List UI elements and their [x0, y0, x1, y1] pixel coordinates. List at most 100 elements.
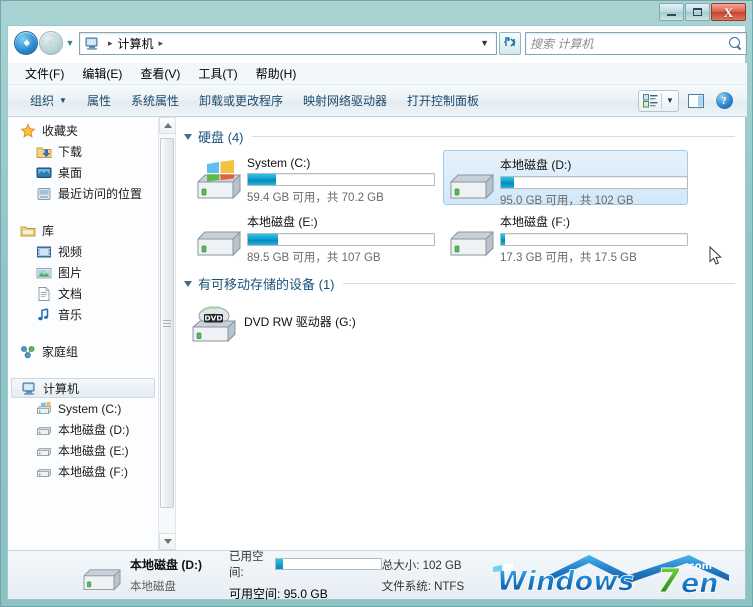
- sidebar-item-disk-d[interactable]: 本地磁盘 (D:): [8, 419, 158, 440]
- scroll-up-button[interactable]: [159, 117, 176, 134]
- scroll-down-button[interactable]: [159, 533, 176, 550]
- drive-name: 本地磁盘 (E:): [247, 213, 435, 230]
- breadcrumb-root[interactable]: 计算机: [118, 35, 154, 52]
- help-button[interactable]: ?: [713, 91, 735, 111]
- device-tile-dvd[interactable]: DVD DVD RW 驱动器 (G:): [176, 297, 745, 345]
- sidebar-item-computer[interactable]: 计算机: [11, 378, 155, 398]
- menu-item-help[interactable]: 帮助(H): [247, 63, 306, 84]
- menu-item-tools[interactable]: 工具(T): [189, 63, 246, 84]
- breadcrumb-separator-2[interactable]: ▸: [159, 38, 164, 49]
- drive-capacity-text: 89.5 GB 可用，共 107 GB: [247, 249, 435, 265]
- minimize-button[interactable]: [659, 3, 684, 21]
- capacity-bar-fill: [501, 177, 514, 188]
- uninstall-change-program-button[interactable]: 卸载或更改程序: [189, 89, 293, 112]
- group-header-hard-disks[interactable]: 硬盘 (4): [184, 127, 745, 146]
- drive-name: 本地磁盘 (D:): [500, 156, 688, 173]
- sidebar-item-favorites[interactable]: 收藏夹: [8, 120, 158, 141]
- sidebar-item-system-c[interactable]: System (C:): [8, 398, 158, 419]
- sidebar-label: 库: [42, 222, 54, 239]
- address-dropdown-icon[interactable]: ▼: [480, 38, 494, 48]
- organize-button[interactable]: 组织 ▼: [20, 89, 77, 112]
- drive-icon: [195, 217, 243, 259]
- sidebar-item-disk-f[interactable]: 本地磁盘 (F:): [8, 461, 158, 482]
- maximize-button[interactable]: [685, 3, 710, 21]
- close-button[interactable]: X: [711, 3, 746, 21]
- computer-icon: [21, 380, 37, 396]
- watermark-windows-text: Windows: [497, 566, 634, 597]
- homegroup-icon: [20, 344, 36, 360]
- group-divider: [252, 136, 735, 137]
- dvd-drive-icon: DVD: [190, 303, 238, 345]
- search-input[interactable]: 搜索 计算机: [530, 35, 729, 52]
- capacity-bar: [247, 233, 435, 246]
- map-network-drive-button[interactable]: 映射网络驱动器: [293, 89, 397, 112]
- chevron-down-icon: ▼: [59, 96, 67, 105]
- drive-icon: [36, 422, 52, 438]
- drive-tile-d[interactable]: 本地磁盘 (D:) 95.0 GB 可用，共 102 GB: [443, 150, 688, 205]
- menu-item-edit[interactable]: 编辑(E): [73, 63, 131, 84]
- watermark-com-text: .com: [685, 561, 712, 572]
- details-used-row: 已用空间:: [229, 548, 382, 580]
- properties-button[interactable]: 属性: [77, 89, 121, 112]
- sidebar-item-downloads[interactable]: 下载: [8, 141, 158, 162]
- details-free-label: 可用空间: 95.0 GB: [229, 585, 382, 602]
- forward-button[interactable]: [39, 31, 63, 55]
- sidebar-label: 计算机: [43, 380, 79, 397]
- drive-name: System (C:): [247, 156, 435, 170]
- chevron-down-icon: ▼: [66, 38, 75, 48]
- scrollbar-track[interactable]: [159, 134, 176, 533]
- menu-item-view[interactable]: 查看(V): [131, 63, 189, 84]
- navigation-pane: 收藏夹 下载 桌面: [8, 117, 158, 550]
- change-view-button[interactable]: ▼: [638, 90, 679, 112]
- dvd-badge-text: DVD: [205, 314, 223, 323]
- title-bar: X: [1, 1, 753, 25]
- sidebar-item-homegroup[interactable]: 家庭组: [8, 341, 158, 362]
- sidebar-label: 图片: [58, 264, 82, 281]
- search-icon: [729, 37, 742, 50]
- back-button[interactable]: [14, 31, 38, 55]
- open-control-panel-button[interactable]: 打开控制面板: [397, 89, 489, 112]
- system-properties-button[interactable]: 系统属性: [121, 89, 189, 112]
- sidebar-item-disk-e[interactable]: 本地磁盘 (E:): [8, 440, 158, 461]
- menu-item-file[interactable]: 文件(F): [16, 63, 73, 84]
- sidebar-item-libraries[interactable]: 库: [8, 220, 158, 241]
- navigation-scrollbar[interactable]: [158, 117, 175, 550]
- drive-tile-body: 本地磁盘 (D:) 95.0 GB 可用，共 102 GB: [500, 154, 688, 208]
- view-list-icon: [639, 91, 661, 111]
- sidebar-item-recent-places[interactable]: 最近访问的位置: [8, 183, 158, 204]
- details-name-column: 本地磁盘 (D:) 本地磁盘: [130, 556, 229, 594]
- sidebar-group-favorites: 收藏夹 下载 桌面: [8, 120, 158, 204]
- address-bar[interactable]: ▸ 计算机 ▸ ▼: [79, 32, 497, 55]
- sidebar-item-videos[interactable]: 视频: [8, 241, 158, 262]
- search-box[interactable]: 搜索 计算机: [525, 32, 747, 55]
- drive-tile-c[interactable]: System (C:) 59.4 GB 可用，共 70.2 GB: [190, 150, 435, 205]
- collapse-triangle-icon[interactable]: [184, 281, 192, 287]
- drive-tile-f[interactable]: 本地磁盘 (F:) 17.3 GB 可用，共 17.5 GB: [443, 207, 688, 262]
- details-title: 本地磁盘 (D:): [130, 556, 229, 573]
- videos-icon: [36, 244, 52, 260]
- preview-pane-button[interactable]: [685, 91, 707, 111]
- details-space-column: 已用空间: 可用空间: 95.0 GB: [229, 548, 382, 602]
- sidebar-label: 家庭组: [42, 343, 78, 360]
- sidebar-item-music[interactable]: 音乐: [8, 304, 158, 325]
- grip-icon: [163, 318, 171, 329]
- details-capacity-bar-fill: [276, 559, 283, 569]
- drive-name: 本地磁盘 (F:): [500, 213, 688, 230]
- scrollbar-thumb[interactable]: [160, 138, 174, 508]
- sidebar-item-pictures[interactable]: 图片: [8, 262, 158, 283]
- command-toolbar: 组织 ▼ 属性 系统属性 卸载或更改程序 映射网络驱动器 打开控制面板: [8, 85, 747, 117]
- group-header-removable[interactable]: 有可移动存储的设备 (1): [184, 274, 745, 293]
- organize-label: 组织: [30, 92, 54, 109]
- history-dropdown-button[interactable]: ▼: [63, 38, 77, 48]
- chevron-down-icon: [164, 539, 172, 544]
- chevron-down-icon[interactable]: ▼: [662, 96, 678, 105]
- refresh-button[interactable]: [499, 32, 521, 55]
- drive-icon: [36, 443, 52, 459]
- sidebar-item-desktop[interactable]: 桌面: [8, 162, 158, 183]
- sidebar-group-libraries: 库 视频: [8, 220, 158, 325]
- collapse-triangle-icon[interactable]: [184, 134, 192, 140]
- drive-tile-e[interactable]: 本地磁盘 (E:) 89.5 GB 可用，共 107 GB: [190, 207, 435, 262]
- drive-tile-body: System (C:) 59.4 GB 可用，共 70.2 GB: [247, 154, 435, 205]
- sidebar-item-documents[interactable]: 文档: [8, 283, 158, 304]
- desktop-icon: [36, 165, 52, 181]
